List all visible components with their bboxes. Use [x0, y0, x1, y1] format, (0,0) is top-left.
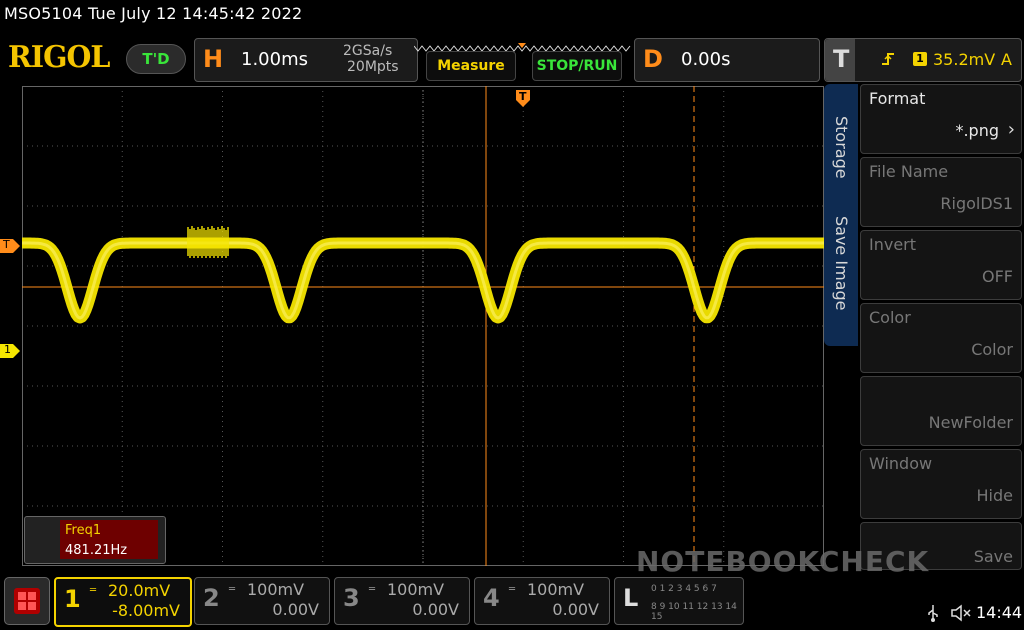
- sample-rate: 2GSa/s: [343, 43, 393, 59]
- channel1-offset-marker[interactable]: 1: [0, 343, 20, 358]
- measurement-value: 481.21Hz: [65, 543, 128, 558]
- menu-new-folder-value: NewFolder: [928, 413, 1013, 432]
- channel3-panel[interactable]: 3 ═ 100mV 0.00V: [334, 577, 470, 625]
- delay-label: D: [643, 45, 663, 73]
- menu-window-label: Window: [869, 454, 933, 473]
- speaker-muted-icon[interactable]: [950, 604, 972, 622]
- channel1-scale: 20.0mV: [108, 581, 171, 600]
- menu-window-value: Hide: [976, 486, 1013, 505]
- watermark: NOTEBOOKCHECK: [636, 545, 930, 578]
- tab-save-image[interactable]: Save Image: [832, 216, 851, 310]
- noise-burst: [187, 226, 229, 258]
- trigger-level-marker[interactable]: T: [0, 238, 20, 253]
- usb-icon: [926, 604, 940, 622]
- memory-depth: 20Mpts: [347, 59, 399, 75]
- horizontal-panel[interactable]: H 1.00ms 2GSa/s 20Mpts: [194, 38, 418, 82]
- menu-format-value: *.png: [955, 121, 999, 140]
- trigger-edge-icon: [881, 51, 895, 65]
- trigger-position-marker[interactable]: T: [516, 90, 530, 108]
- channel3-scale: 100mV: [387, 580, 445, 599]
- channel3-offset: 0.00V: [412, 600, 459, 619]
- timebase: 1.00ms: [241, 49, 308, 70]
- dc-coupling-icon: ═: [90, 585, 97, 596]
- memory-overview: [413, 38, 634, 52]
- trigger-panel[interactable]: T 1 35.2mV A: [824, 38, 1022, 82]
- channel3-number: 3: [343, 584, 360, 612]
- channel4-offset: 0.00V: [552, 600, 599, 619]
- channel2-offset: 0.00V: [272, 600, 319, 619]
- menu-color[interactable]: Color Color: [860, 303, 1022, 373]
- menu-window[interactable]: Window Hide: [860, 449, 1022, 519]
- delay-value: 0.00s: [681, 49, 731, 70]
- dc-coupling-icon: ═: [509, 584, 516, 595]
- channel1-panel[interactable]: 1 ═ 20.0mV -8.00mV: [54, 577, 192, 627]
- menu-format[interactable]: Format *.png ›: [860, 84, 1022, 154]
- menu-file-name-label: File Name: [869, 162, 949, 181]
- measurement-box[interactable]: Freq1 481.21Hz: [24, 516, 166, 564]
- channel2-number: 2: [203, 584, 220, 612]
- measure-button[interactable]: Measure: [426, 51, 516, 81]
- trigger-source: 1: [913, 52, 927, 66]
- dc-coupling-icon: ═: [229, 584, 236, 595]
- trigger-mode: A: [1001, 50, 1012, 69]
- waveform-display[interactable]: [22, 86, 824, 566]
- main-menu-button[interactable]: [4, 577, 50, 625]
- tab-storage[interactable]: Storage: [832, 116, 851, 179]
- menu-color-value: Color: [971, 340, 1013, 359]
- dc-coupling-icon: ═: [369, 584, 376, 595]
- menu-format-label: Format: [869, 89, 926, 108]
- horizontal-label: H: [203, 45, 224, 73]
- logic-channels-low: 0 1 2 3 4 5 6 7: [651, 584, 717, 594]
- menu-invert[interactable]: Invert OFF: [860, 230, 1022, 300]
- title-line: MSO5104 Tue July 12 14:45:42 2022: [4, 4, 303, 23]
- chevron-right-icon: ›: [1007, 119, 1015, 140]
- menu-invert-value: OFF: [982, 267, 1013, 286]
- rigol-logo: RIGOL: [8, 40, 110, 75]
- measurement-name: Freq1: [65, 523, 102, 538]
- menu-invert-label: Invert: [869, 235, 917, 254]
- stop-run-button[interactable]: STOP/RUN: [532, 51, 622, 81]
- delay-panel[interactable]: D 0.00s: [634, 38, 820, 82]
- channel2-panel[interactable]: 2 ═ 100mV 0.00V: [194, 577, 330, 625]
- menu-save-value: Save: [973, 547, 1013, 566]
- logic-panel[interactable]: L 0 1 2 3 4 5 6 7 8 9 10 11 12 13 14 15: [614, 577, 744, 625]
- mode-badge[interactable]: T'D: [126, 44, 186, 74]
- channel1-number: 1: [64, 585, 81, 613]
- trigger-label: T: [833, 45, 850, 73]
- channel4-scale: 100mV: [527, 580, 585, 599]
- menu-file-name-value: RigolDS1: [940, 194, 1013, 213]
- trigger-level: 35.2mV: [933, 50, 996, 69]
- menu-color-label: Color: [869, 308, 911, 327]
- channel2-scale: 100mV: [247, 580, 305, 599]
- channel4-panel[interactable]: 4 ═ 100mV 0.00V: [474, 577, 610, 625]
- clock: 14:44: [976, 603, 1023, 622]
- menu-new-folder[interactable]: NewFolder: [860, 376, 1022, 446]
- logic-label: L: [623, 584, 639, 612]
- channel4-number: 4: [483, 584, 500, 612]
- menu-file-name[interactable]: File Name RigolDS1: [860, 157, 1022, 227]
- logic-channels-high: 8 9 10 11 12 13 14 15: [651, 602, 737, 622]
- channel1-offset: -8.00mV: [112, 601, 180, 620]
- grid-menu-icon: [14, 588, 40, 614]
